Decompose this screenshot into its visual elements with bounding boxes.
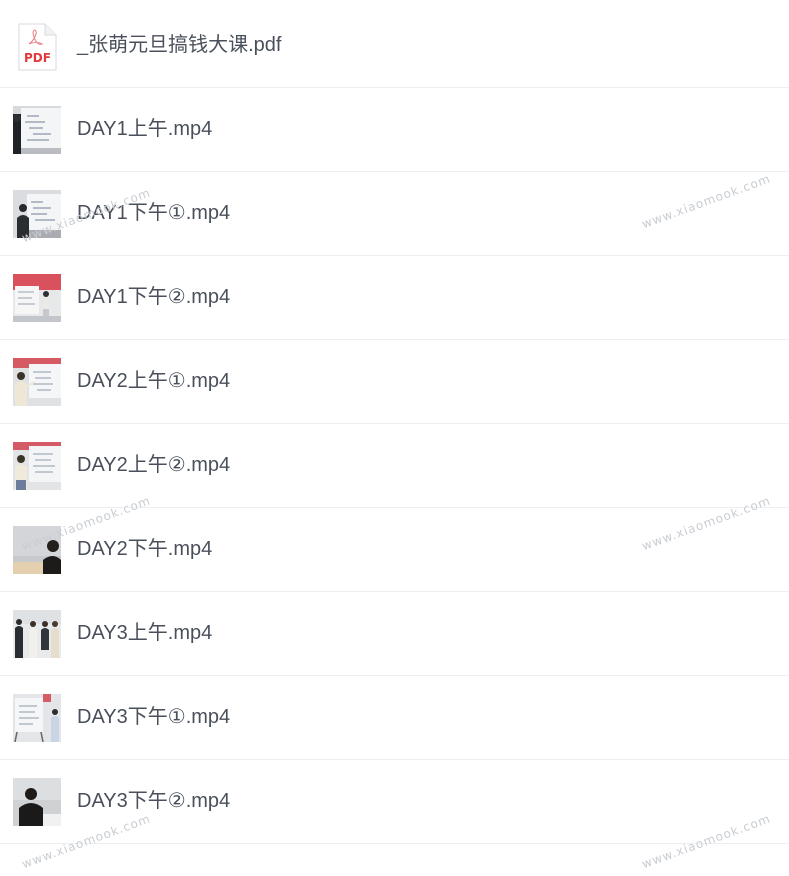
video-thumbnail-icon xyxy=(13,358,61,406)
video-thumbnail-icon xyxy=(13,610,61,658)
file-row-video[interactable]: DAY1下午②.mp4 xyxy=(0,256,789,340)
video-thumbnail-icon xyxy=(13,694,61,742)
file-row-video[interactable]: DAY1下午①.mp4 xyxy=(0,172,789,256)
file-name[interactable]: _张萌元旦搞钱大课.pdf xyxy=(77,4,281,87)
file-row-video[interactable]: DAY2上午①.mp4 xyxy=(0,340,789,424)
file-row-video[interactable]: DAY2上午②.mp4 xyxy=(0,424,789,508)
file-list: PDF _张萌元旦搞钱大课.pdf DAY1上午.mp4 DAY1下午①.mp4… xyxy=(0,4,789,844)
file-name[interactable]: DAY2上午②.mp4 xyxy=(77,424,230,507)
pdf-icon-label: PDF xyxy=(24,51,51,65)
file-row-video[interactable]: DAY1上午.mp4 xyxy=(0,88,789,172)
video-thumbnail-icon xyxy=(13,106,61,154)
file-name[interactable]: DAY1下午①.mp4 xyxy=(77,172,230,255)
file-name[interactable]: DAY1下午②.mp4 xyxy=(77,256,230,339)
file-name[interactable]: DAY1上午.mp4 xyxy=(77,88,212,171)
file-name[interactable]: DAY3下午①.mp4 xyxy=(77,676,230,759)
file-row-video[interactable]: DAY3上午.mp4 xyxy=(0,592,789,676)
file-row-video[interactable]: DAY2下午.mp4 xyxy=(0,508,789,592)
file-name[interactable]: DAY2上午①.mp4 xyxy=(77,340,230,423)
file-row-video[interactable]: DAY3下午①.mp4 xyxy=(0,676,789,760)
file-row-video[interactable]: DAY3下午②.mp4 xyxy=(0,760,789,844)
file-name[interactable]: DAY3上午.mp4 xyxy=(77,592,212,675)
video-thumbnail-icon xyxy=(13,526,61,574)
file-row-pdf[interactable]: PDF _张萌元旦搞钱大课.pdf xyxy=(0,4,789,88)
video-thumbnail-icon xyxy=(13,274,61,322)
video-thumbnail-icon xyxy=(13,778,61,826)
pdf-file-icon: PDF xyxy=(17,23,57,71)
video-thumbnail-icon xyxy=(13,442,61,490)
file-name[interactable]: DAY2下午.mp4 xyxy=(77,508,212,591)
file-name[interactable]: DAY3下午②.mp4 xyxy=(77,760,230,843)
video-thumbnail-icon xyxy=(13,190,61,238)
